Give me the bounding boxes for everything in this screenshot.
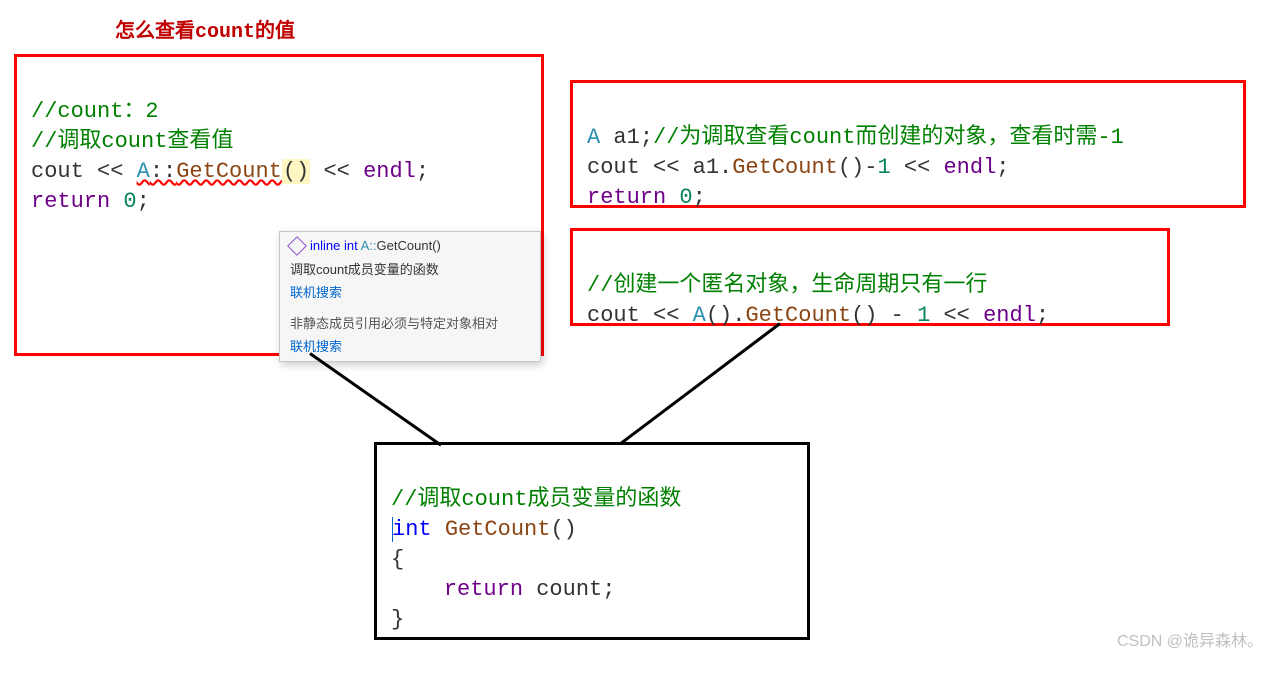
code-text: cout << a1.	[587, 155, 732, 180]
endl: endl	[983, 303, 1036, 328]
semicolon: ;	[640, 125, 653, 150]
tooltip-signature: inline int A::GetCount()	[280, 232, 540, 255]
semicolon: ;	[1036, 303, 1049, 328]
class-scope: A::	[361, 238, 377, 253]
code-text: ()-	[838, 155, 878, 180]
var: a1	[613, 125, 639, 150]
class-name: A	[587, 125, 600, 150]
function-name: GetCount	[445, 517, 551, 542]
method-name: GetCount	[732, 155, 838, 180]
code-text: <<	[891, 155, 944, 180]
indent	[391, 577, 444, 602]
semicolon: ;	[693, 185, 706, 210]
number: 0	[123, 189, 136, 214]
code-box-2: A a1;//为调取查看count而创建的对象，查看时需-1 cout << a…	[570, 80, 1246, 208]
keyword-int: int	[392, 517, 432, 542]
number: 1	[877, 155, 890, 180]
code-box-1: //count：2 //调取count查看值 cout << A::GetCou…	[14, 54, 544, 356]
intellisense-tooltip: inline int A::GetCount() 调取count成员变量的函数 …	[279, 231, 541, 362]
class-name: A	[693, 303, 706, 328]
code-text: () -	[851, 303, 917, 328]
code-text: <<	[930, 303, 983, 328]
comment: //为调取查看count而创建的对象，查看时需-1	[653, 125, 1124, 150]
signature-text: inline int A::GetCount()	[310, 238, 441, 253]
paren-highlight: ()	[282, 159, 310, 184]
keyword-int: int	[344, 238, 358, 253]
brace-close: }	[391, 607, 404, 632]
space	[600, 125, 613, 150]
method-name: GetCount	[176, 159, 282, 184]
code-text: ().	[706, 303, 746, 328]
space	[110, 189, 123, 214]
code-box-4: //调取count成员变量的函数 int GetCount() { return…	[374, 442, 810, 640]
tooltip-description: 调取count成员变量的函数	[280, 255, 540, 280]
var: count	[536, 577, 602, 602]
watermark: CSDN @诡异森林。	[1117, 627, 1263, 651]
comment: //调取count成员变量的函数	[391, 487, 681, 512]
code-box-3: //创建一个匿名对象，生命周期只有一行 cout << A().GetCount…	[570, 228, 1170, 326]
page-title: 怎么查看count的值	[115, 14, 295, 44]
online-search-link-2[interactable]: 联机搜索	[290, 339, 342, 354]
code-3: //创建一个匿名对象，生命周期只有一行 cout << A().GetCount…	[573, 231, 1167, 371]
connector-line-left	[309, 352, 442, 446]
cube-icon	[287, 236, 307, 256]
code-text: cout <<	[31, 159, 137, 184]
keyword-return: return	[31, 189, 110, 214]
semicolon: ;	[137, 189, 150, 214]
class-name: A	[137, 159, 150, 184]
semicolon: ;	[416, 159, 429, 184]
code-text: <<	[310, 159, 363, 184]
method-name: GetCount	[745, 303, 851, 328]
code-text: cout <<	[587, 303, 693, 328]
comment: //调取count查看值	[31, 129, 233, 154]
comment: //count：2	[31, 99, 159, 124]
brace-open: {	[391, 547, 404, 572]
code-4: //调取count成员变量的函数 int GetCount() { return…	[377, 445, 807, 675]
paren: ()	[550, 517, 576, 542]
online-search-link[interactable]: 联机搜索	[290, 285, 342, 300]
scope-op: ::	[150, 159, 176, 184]
space	[432, 517, 445, 542]
code-1: //count：2 //调取count查看值 cout << A::GetCou…	[17, 57, 541, 257]
space	[523, 577, 536, 602]
comment: //创建一个匿名对象，生命周期只有一行	[587, 273, 987, 298]
keyword-inline: inline	[310, 238, 340, 253]
space	[666, 185, 679, 210]
tooltip-error: 非静态成员引用必须与特定对象相对	[280, 307, 540, 334]
function-name: GetCount()	[377, 238, 441, 253]
number: 1	[917, 303, 930, 328]
endl: endl	[363, 159, 416, 184]
endl: endl	[943, 155, 996, 180]
keyword-return: return	[444, 577, 523, 602]
semicolon: ;	[996, 155, 1009, 180]
semicolon: ;	[602, 577, 615, 602]
keyword-return: return	[587, 185, 666, 210]
number: 0	[679, 185, 692, 210]
